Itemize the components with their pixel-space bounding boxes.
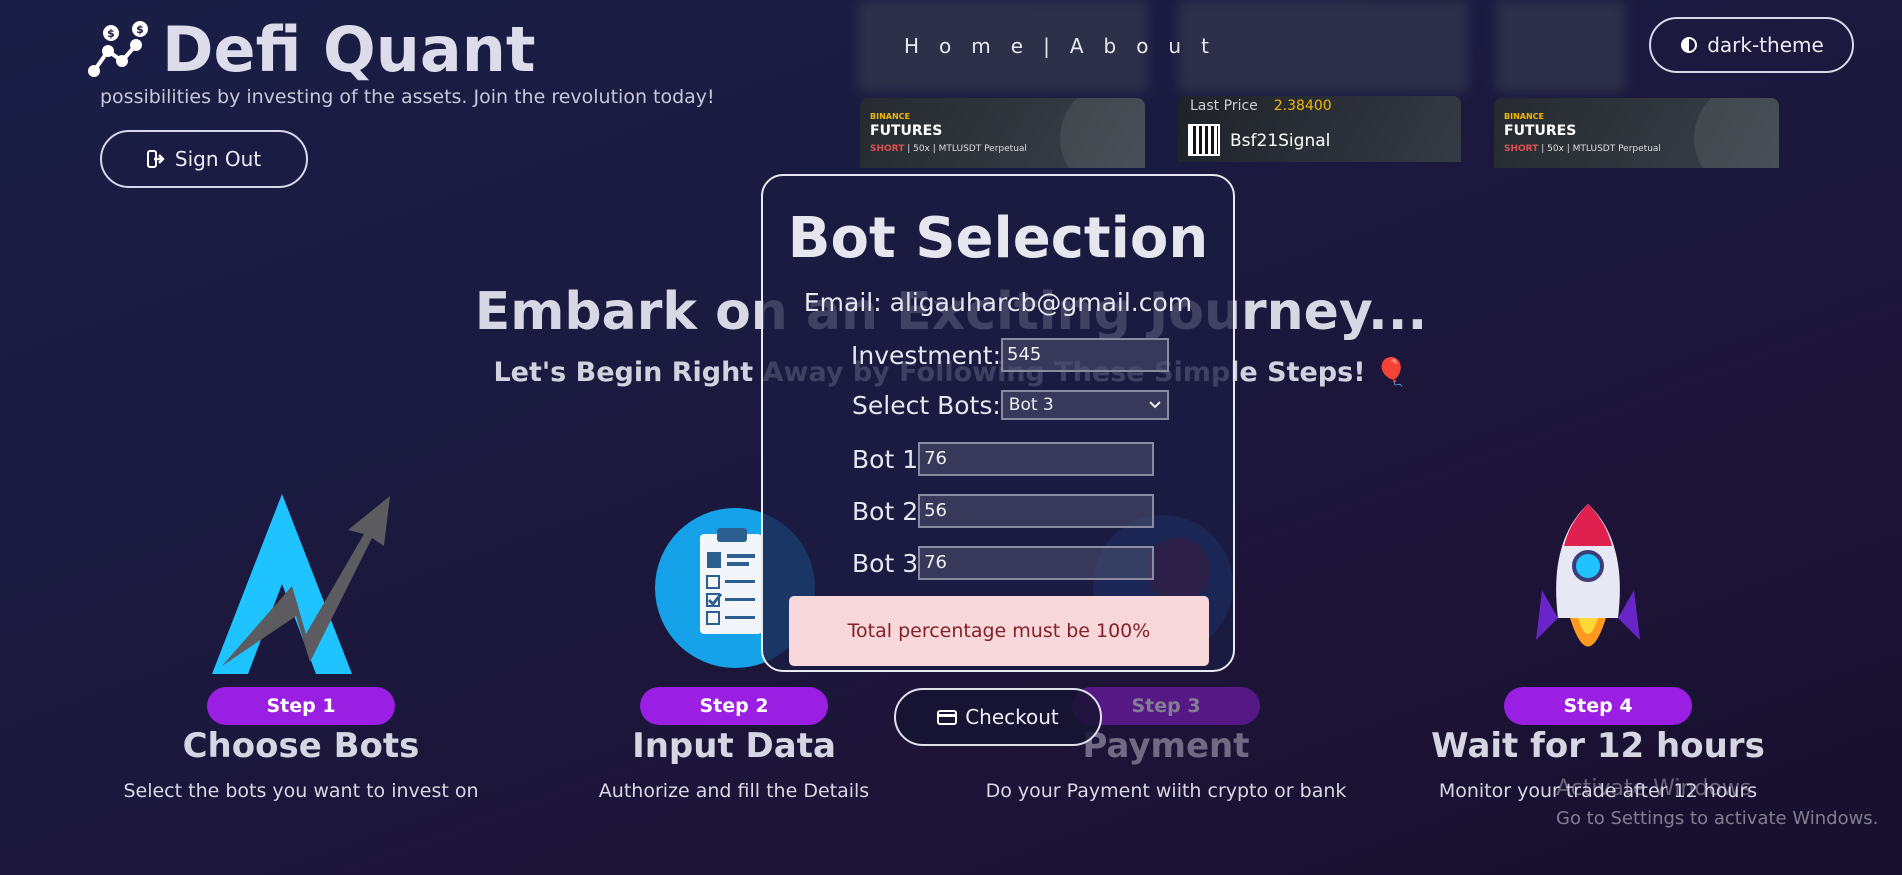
sign-out-label: Sign Out	[174, 147, 262, 171]
thumbnail-card-1[interactable]: BINANCE FUTURES SHORT | 50x | MTLUSDT Per…	[860, 98, 1145, 168]
select-bots-label: Select Bots:	[852, 390, 1001, 420]
credit-card-icon	[937, 709, 958, 725]
step-2-title: Input Data	[632, 726, 836, 766]
modal-title: Bot Selection	[787, 206, 1209, 271]
bot-1-row: Bot 1 76	[852, 442, 1155, 476]
sign-out-button[interactable]: Sign Out	[100, 130, 308, 188]
arrow-up-logo-icon	[212, 494, 390, 674]
bot-3-input[interactable]: 76	[918, 546, 1155, 580]
step-3-desc: Do your Payment wiith crypto or bank	[985, 780, 1347, 802]
nav-separator: |	[1043, 34, 1070, 58]
card-referral: Bsf21Signal	[1230, 131, 1331, 151]
bot-2-input[interactable]: 56	[918, 494, 1155, 528]
investment-row: Investment: 545	[851, 338, 1170, 372]
validation-alert: Total percentage must be 100%	[789, 596, 1209, 666]
select-bots-row: Select Bots: Bot 3	[852, 390, 1169, 420]
step-4-title: Wait for 12 hours	[1431, 726, 1765, 766]
step-1-desc: Select the bots you want to invest on	[123, 780, 479, 802]
card-meta: SHORT | 50x | MTLUSDT Perpetual	[870, 144, 1027, 154]
thumbnail-card-3[interactable]: BINANCE FUTURES SHORT | 50x | MTLUSDT Per…	[1494, 98, 1779, 168]
sign-out-icon	[146, 150, 165, 168]
investment-label: Investment:	[851, 340, 1002, 370]
chevron-down-icon	[1149, 401, 1161, 409]
bot-3-label: Bot 3	[852, 548, 919, 578]
theme-icon	[1681, 37, 1698, 53]
theme-toggle-button[interactable]: dark-theme	[1649, 17, 1854, 73]
card-brand: BINANCE FUTURES	[1504, 112, 1577, 139]
card-decoration	[1060, 98, 1145, 168]
card-decoration	[1694, 98, 1779, 168]
network-logo-icon: $ $	[88, 21, 148, 77]
step-2-desc: Authorize and fill the Details	[598, 780, 870, 802]
bot-select-value: Bot 3	[1008, 395, 1054, 415]
card-brand: BINANCE FUTURES	[870, 112, 943, 139]
nav-about[interactable]: About	[1070, 34, 1229, 58]
bot-selection-modal: Bot Selection Email: aligauharcb@gmail.c…	[761, 174, 1235, 672]
step-1-pill: Step 1	[207, 687, 395, 725]
main-nav: Home | About	[904, 34, 1229, 58]
logo[interactable]: $ $ Defi Quant	[88, 12, 536, 86]
bot-select[interactable]: Bot 3	[1000, 390, 1169, 420]
card-meta: SHORT | 50x | MTLUSDT Perpetual	[1504, 144, 1661, 154]
activate-windows-subtitle: Go to Settings to activate Windows.	[1556, 808, 1879, 829]
activate-windows-title: Activate Windows	[1556, 776, 1752, 801]
modal-email: Email: aligauharcb@gmail.com	[803, 288, 1193, 317]
bot-1-input[interactable]: 76	[918, 442, 1155, 476]
bot-2-row: Bot 2 56	[852, 494, 1155, 528]
svg-text:$: $	[107, 27, 115, 40]
checkout-button[interactable]: Checkout	[894, 688, 1102, 746]
card-last-price: Last Price 2.38400	[1190, 98, 1332, 114]
bot-2-label: Bot 2	[852, 496, 919, 526]
thumbnail-blur-3	[1496, 0, 1626, 92]
nav-home[interactable]: Home	[904, 34, 1043, 58]
rocket-icon	[1536, 504, 1640, 647]
hero-intro-text: possibilities by investing of the assets…	[100, 86, 715, 108]
thumbnail-card-2[interactable]: Last Price 2.38400 Bsf21Signal	[1178, 96, 1461, 162]
theme-label: dark-theme	[1707, 33, 1824, 57]
step-1-title: Choose Bots	[182, 726, 420, 766]
brand-name: Defi Quant	[162, 12, 536, 86]
investment-input[interactable]: 545	[1001, 338, 1170, 372]
checkout-label: Checkout	[965, 705, 1059, 729]
step-4-pill: Step 4	[1504, 687, 1692, 725]
bot-3-row: Bot 3 76	[852, 546, 1155, 580]
bot-1-label: Bot 1	[852, 444, 919, 474]
svg-text:$: $	[136, 23, 144, 36]
step-2-pill: Step 2	[640, 687, 828, 725]
qr-code-icon	[1188, 124, 1220, 156]
